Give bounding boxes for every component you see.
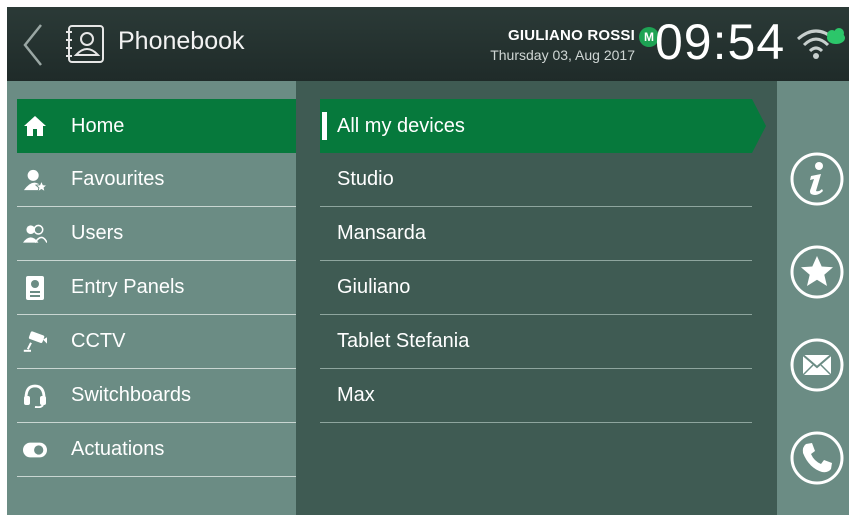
menu-item-cctv[interactable]: CCTV <box>17 315 296 369</box>
menu-item-label: Users <box>71 222 124 244</box>
device-list: All my devices Studio Mansarda Giuliano … <box>296 81 777 515</box>
users-icon <box>23 222 47 246</box>
device-label: Max <box>337 384 375 406</box>
menu-item-label: Switchboards <box>71 384 192 406</box>
menu-item-label: Actuations <box>71 438 165 460</box>
phonebook-icon <box>66 25 104 63</box>
top-bar: Phonebook GIULIANO ROSSI Thursday 03, Au… <box>7 7 849 81</box>
toggle-icon <box>23 438 47 462</box>
menu-item-label: Entry Panels <box>71 276 185 298</box>
active-arrow <box>752 99 766 153</box>
cctv-icon <box>23 330 47 354</box>
device-item[interactable]: Studio <box>320 153 752 207</box>
device-label: Studio <box>337 168 394 190</box>
selection-indicator <box>322 112 327 140</box>
device-label: All my devices <box>337 114 465 137</box>
menu-item-label: Favourites <box>71 168 165 190</box>
user-name: GIULIANO ROSSI <box>508 27 635 44</box>
clock: 09:54 <box>655 14 786 70</box>
info-icon[interactable] <box>789 151 845 207</box>
action-bar <box>777 81 849 515</box>
mail-icon[interactable] <box>789 337 845 393</box>
device-label: Mansarda <box>337 222 426 244</box>
device-item[interactable]: All my devices <box>320 99 766 153</box>
menu-item-home[interactable]: Home <box>17 99 308 153</box>
menu-item-label: Home <box>71 114 125 137</box>
menu-item-switchboards[interactable]: Switchboards <box>17 369 296 423</box>
menu-item-favourites[interactable]: Favourites <box>17 153 296 207</box>
device-item[interactable]: Max <box>320 369 752 423</box>
back-arrow-icon[interactable] <box>21 23 45 67</box>
device-label: Giuliano <box>337 276 411 298</box>
phone-icon[interactable] <box>789 430 845 486</box>
menu-item-entry-panels[interactable]: Entry Panels <box>17 261 296 315</box>
wifi-cloud-icon <box>797 28 845 59</box>
favourite-user-icon <box>23 168 47 193</box>
menu-item-label: CCTV <box>71 330 126 352</box>
device-item[interactable]: Giuliano <box>320 261 752 315</box>
star-icon[interactable] <box>789 244 845 300</box>
headset-icon <box>23 384 47 408</box>
home-icon <box>23 114 47 138</box>
device-item[interactable]: Tablet Stefania <box>320 315 752 369</box>
menu-item-users[interactable]: Users <box>17 207 296 261</box>
menu-item-actuations[interactable]: Actuations <box>17 423 296 477</box>
phonebook-screen: Phonebook GIULIANO ROSSI Thursday 03, Au… <box>7 7 849 515</box>
page-title: Phonebook <box>118 27 245 55</box>
current-date: Thursday 03, Aug 2017 <box>490 47 635 63</box>
user-info: GIULIANO ROSSI Thursday 03, Aug 2017 <box>490 27 635 63</box>
entry-panel-icon <box>23 275 47 300</box>
device-label: Tablet Stefania <box>337 330 470 352</box>
category-menu: Home Favourites Users Entry Panels CCTV … <box>7 81 308 515</box>
device-item[interactable]: Mansarda <box>320 207 752 261</box>
